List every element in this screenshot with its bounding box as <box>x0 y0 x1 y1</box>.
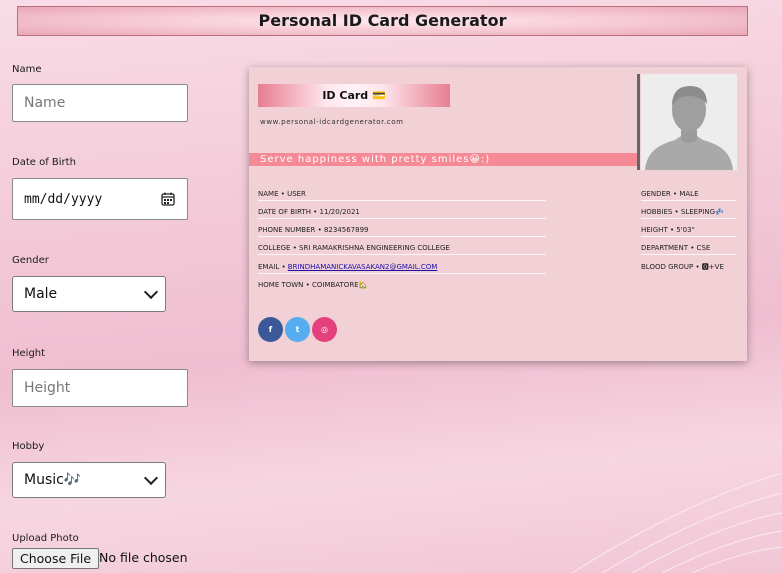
card-row-height: HEIGHT • 5'03" <box>641 224 736 237</box>
name-input[interactable]: Name <box>12 84 188 122</box>
card-title: ID Card 💳 <box>258 84 450 107</box>
hobby-select[interactable]: Music🎶 <box>12 462 166 498</box>
email-label: EMAIL • <box>258 263 288 271</box>
profile-photo <box>641 74 737 170</box>
calendar-icon[interactable] <box>161 192 175 206</box>
card-row-blood-group: BLOOD GROUP • 🅾+VE <box>641 263 724 271</box>
height-label: Height <box>12 348 46 359</box>
dob-input[interactable]: mm/dd/yyyy <box>12 178 188 220</box>
card-row-phone: PHONE NUMBER • 8234567899 <box>258 224 546 237</box>
hobby-value: Music🎶 <box>24 472 82 488</box>
card-row-email: EMAIL • BRINDHAMANICKAVASAKAN2@GMAIL.COM <box>258 261 546 274</box>
file-status: No file chosen <box>99 550 188 565</box>
gender-label: Gender <box>12 255 49 266</box>
card-row-hometown: HOME TOWN • COIMBATORE🏡 <box>258 281 368 289</box>
dob-placeholder: mm/dd/yyyy <box>24 191 103 207</box>
chevron-down-icon <box>143 470 159 486</box>
card-row-name: NAME • USER <box>258 188 546 201</box>
card-row-department: DEPARTMENT • CSE <box>641 242 736 255</box>
email-link[interactable]: BRINDHAMANICKAVASAKAN2@GMAIL.COM <box>288 263 438 271</box>
id-card: ID Card 💳 www.personal-idcardgenerator.c… <box>249 67 747 361</box>
chevron-down-icon <box>143 284 159 300</box>
card-row-dob: DATE OF BIRTH • 11/20/2021 <box>258 206 546 219</box>
dob-label: Date of Birth <box>12 157 76 168</box>
card-tagline: Serve happiness with pretty smiles😀:) <box>249 153 638 166</box>
background-swirl <box>571 472 782 573</box>
avatar-placeholder-icon <box>641 74 737 170</box>
card-row-gender: GENDER • MALE <box>641 188 736 201</box>
card-url: www.personal-idcardgenerator.com <box>260 118 404 126</box>
name-label: Name <box>12 64 42 75</box>
facebook-icon[interactable]: f <box>258 317 283 342</box>
gender-value: Male <box>24 286 58 302</box>
upload-photo-label: Upload Photo <box>12 533 79 544</box>
photo-divider <box>637 74 640 170</box>
card-row-hobbies: HOBBIES • SLEEPING💤 <box>641 206 736 219</box>
twitter-icon[interactable]: t <box>285 317 310 342</box>
height-input[interactable]: Height <box>12 369 188 407</box>
gender-select[interactable]: Male <box>12 276 166 312</box>
page-title: Personal ID Card Generator <box>17 6 748 36</box>
choose-file-button[interactable]: Choose File <box>12 548 100 569</box>
instagram-icon[interactable]: ◎ <box>312 317 337 342</box>
hobby-label: Hobby <box>12 441 45 452</box>
card-row-college: COLLEGE • SRI RAMAKRISHNA ENGINEERING CO… <box>258 242 546 255</box>
